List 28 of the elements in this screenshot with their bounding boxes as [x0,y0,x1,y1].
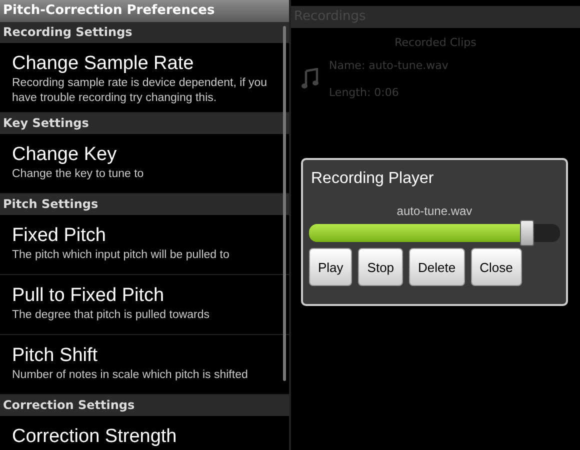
preference-title[interactable]: Pull to Fixed Pitch [12,283,283,308]
clip-length: Length: 0:06 [329,86,400,99]
preference-title[interactable]: Correction Strength [12,424,283,449]
music-note-icon [301,68,319,90]
preference-summary: The degree that pitch is pulled towards [12,308,211,323]
section-header: Pitch Settings [0,194,289,215]
slider-thumb[interactable] [520,220,534,246]
window-title: Pitch-Correction Preferences [0,0,289,22]
list-title: Recorded Clips [394,36,478,49]
section-header: Key Settings [0,113,289,134]
section-header: Correction Settings [0,395,289,416]
clip-name: Name: auto-tune.wav [329,59,448,72]
preference-title[interactable]: Fixed Pitch [12,223,283,248]
scrollbar[interactable] [283,26,286,381]
dialog-title: Recording Player [311,170,435,188]
preference-title[interactable]: Change Key [12,142,283,167]
preference-summary: Change the key to tune to [12,167,145,182]
preference-summary: Number of notes in scale which pitch is shifted [12,368,249,383]
file-name: auto-tune.wav [396,204,474,218]
dialog-button[interactable]: Delete [409,248,465,286]
section-header: Recording Settings [0,22,289,43]
dialog-button[interactable]: Play [309,248,352,286]
preference-title[interactable]: Pitch Shift [12,343,283,368]
dialog-button[interactable]: Stop [358,248,404,286]
preference-summary: Recording sample rate is device dependent, if you have trouble recording try changing this. [12,76,268,106]
preference-title[interactable]: Change Sample Rate [12,51,283,76]
dialog-button[interactable]: Close [470,248,522,286]
preference-summary: The pitch which input pitch will be pulled to [12,248,230,263]
